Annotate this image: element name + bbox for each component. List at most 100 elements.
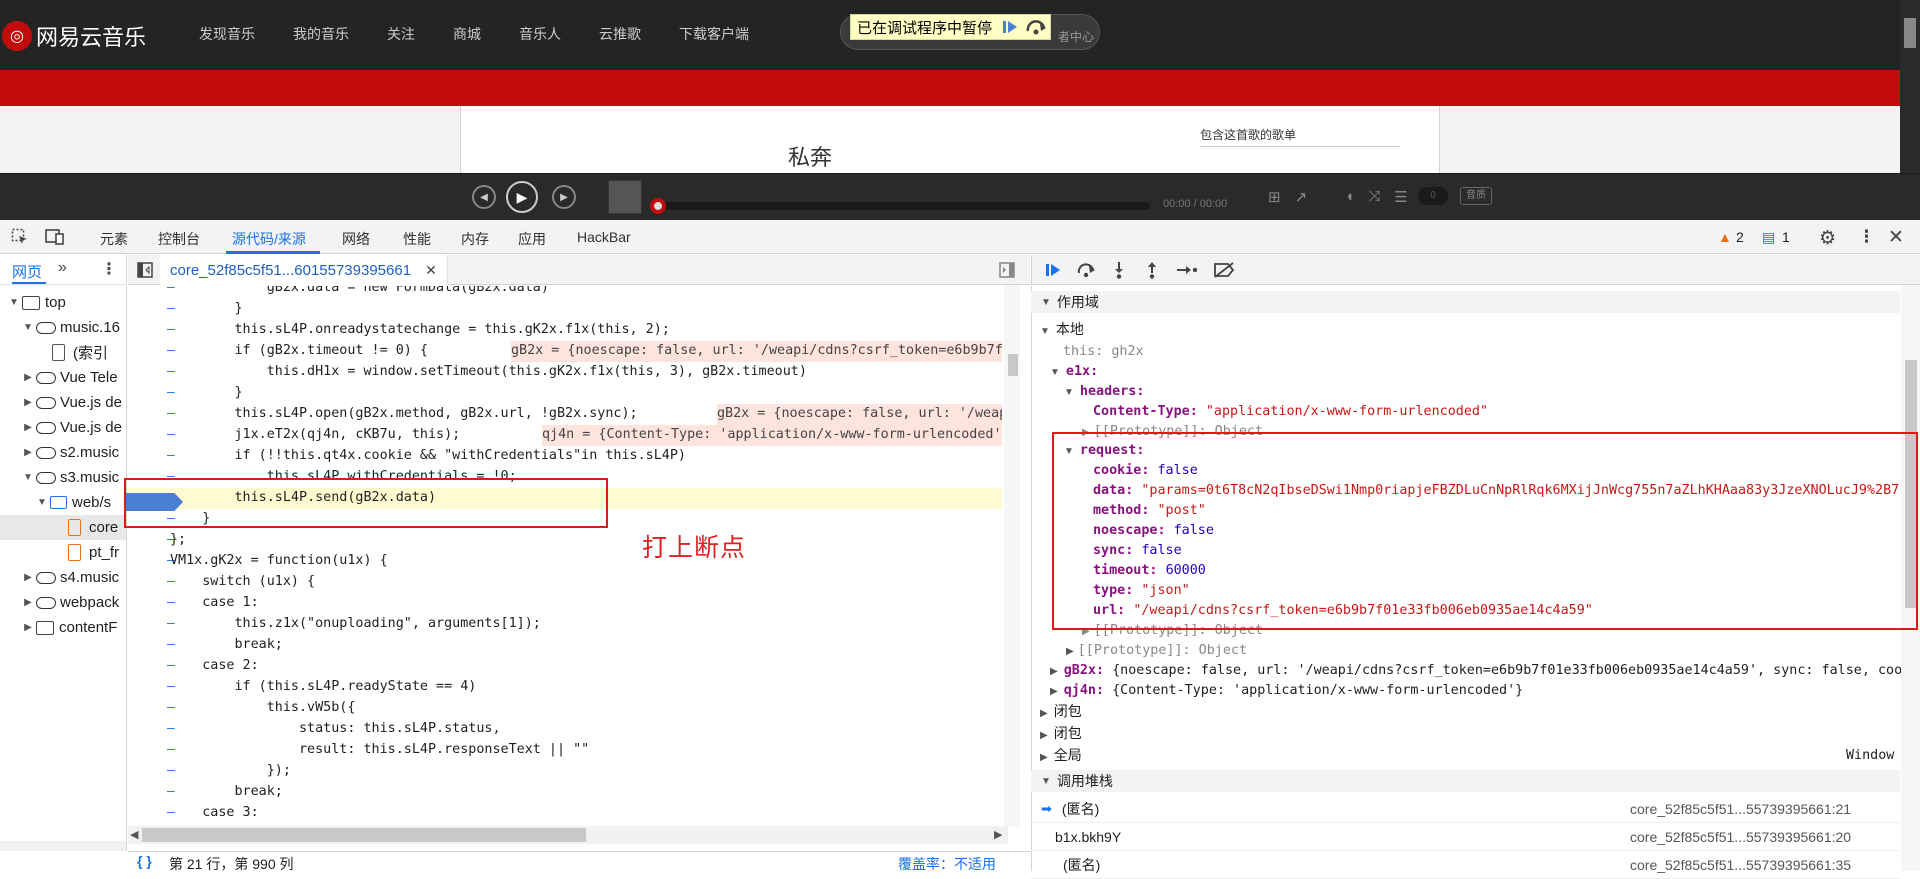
callstack-frame[interactable]: b1x.bkh9Y core_52f85c5f51...55739395661:… [1031, 823, 1900, 851]
progress-track[interactable] [656, 202, 1150, 210]
tree-item-s3-music[interactable]: ▼ s3.music [0, 465, 126, 490]
collect-icon[interactable]: ⊞ [1268, 188, 1281, 206]
tree-item-s2-music[interactable]: ▶ s2.music [0, 440, 126, 465]
album-cover[interactable] [608, 180, 642, 214]
scope-prototype-e1x[interactable]: ▶ [[Prototype]]: Object [1066, 641, 1247, 661]
previous-track-icon[interactable]: ◀ [472, 185, 496, 209]
scroll-left-icon[interactable]: ◀ [130, 828, 138, 841]
messages-count[interactable]: 1 [1782, 229, 1790, 245]
scroll-right-icon[interactable]: ▶ [994, 828, 1002, 841]
tab-memory[interactable]: 内存 [461, 229, 489, 249]
close-devtools-icon[interactable]: ✕ [1888, 226, 1904, 249]
nav-my-music[interactable]: 我的音乐 [274, 24, 368, 44]
next-track-icon[interactable]: ▶ [552, 185, 576, 209]
scope-qj4n[interactable]: ▶ qj4n: {Content-Type: 'application/x-www… [1050, 681, 1523, 701]
toggle-navigator-icon[interactable] [136, 261, 154, 279]
step-icon[interactable] [1175, 260, 1199, 280]
tab-network[interactable]: 网络 [342, 229, 370, 249]
expand-arrow-icon[interactable]: ▼ [1041, 776, 1051, 787]
tree-item-vuejs-de-2[interactable]: ▶ Vue.js de [0, 415, 126, 440]
collapsed-arrow-icon[interactable]: ▶ [22, 397, 34, 408]
tab-hackbar[interactable]: HackBar [577, 229, 631, 245]
pretty-print-icon[interactable]: { } [137, 853, 152, 869]
scope-gb2x[interactable]: ▶ gB2x: {noescape: false, url: '/weapi/cd… [1050, 661, 1902, 681]
scope-local[interactable]: ▼ 本地 [1040, 319, 1084, 339]
site-logo[interactable]: ◎ 网易云音乐 [2, 20, 146, 52]
tree-item-index[interactable]: (索引 [0, 340, 126, 365]
close-file-icon[interactable]: ✕ [425, 262, 437, 279]
tree-item-s4-music[interactable]: ▶ s4.music [0, 565, 126, 590]
deactivate-breakpoints-icon[interactable] [1212, 260, 1236, 280]
tree-item-music163[interactable]: ▼ music.16 [0, 315, 126, 340]
scope-this[interactable]: this: gh2x [1063, 342, 1144, 362]
progress-handle[interactable] [650, 198, 666, 214]
settings-gear-icon[interactable]: ⚙ [1819, 227, 1836, 250]
device-toolbar-icon[interactable] [44, 228, 66, 246]
tree-item-vue-tele[interactable]: ▶ Vue Tele [0, 365, 126, 390]
nav-musician[interactable]: 音乐人 [500, 24, 580, 44]
tree-item-core-file[interactable]: core [0, 515, 126, 540]
message-icon[interactable]: ▤ [1762, 229, 1775, 246]
tree-item-pt-fr[interactable]: pt_fr [0, 540, 126, 565]
tab-sources[interactable]: 源代码/来源 [232, 229, 306, 249]
tab-elements[interactable]: 元素 [100, 229, 128, 249]
expand-arrow-icon[interactable]: ▼ [1041, 297, 1051, 308]
collapsed-arrow-icon[interactable]: ▶ [22, 572, 34, 583]
scope-content-type[interactable]: Content-Type: "application/x-www-form-ur… [1093, 402, 1488, 422]
scope-global[interactable]: ▶ 全局 [1040, 745, 1082, 765]
open-file-tab[interactable]: core_52f85c5f51...60155739395661 ✕ [160, 255, 448, 285]
collapsed-arrow-icon[interactable]: ▶ [22, 597, 34, 608]
coverage-link[interactable]: 覆盖率：不适用 [898, 854, 996, 874]
expand-arrow-icon[interactable]: ▼ [22, 472, 34, 483]
nav-follow[interactable]: 关注 [368, 24, 434, 44]
tree-item-top[interactable]: ▼ top [0, 290, 126, 315]
scope-closure-2[interactable]: ▶ 闭包 [1040, 723, 1082, 743]
scope-headers[interactable]: ▼ headers: [1064, 382, 1144, 402]
more-options-icon[interactable]: ⋮ [1858, 227, 1875, 247]
volume-icon[interactable]: ◖ [1345, 188, 1354, 206]
callstack-section-header[interactable]: ▼ 调用堆栈 [1031, 770, 1900, 792]
tree-item-webpack[interactable]: ▶ webpack [0, 590, 126, 615]
nav-recommend[interactable]: 云推歌 [580, 24, 660, 44]
tree-item-vuejs-de-1[interactable]: ▶ Vue.js de [0, 390, 126, 415]
tab-application[interactable]: 应用 [518, 229, 546, 249]
nav-tab-page[interactable]: 网页 [12, 261, 42, 282]
tree-hscrollbar[interactable] [0, 841, 126, 851]
expand-arrow-icon[interactable]: ▼ [8, 297, 20, 308]
scope-e1x[interactable]: ▼ e1x: [1050, 362, 1098, 382]
resume-icon[interactable] [998, 15, 1022, 39]
collapsed-arrow-icon[interactable]: ▶ [22, 622, 34, 633]
expand-arrow-icon[interactable]: ▼ [22, 322, 34, 333]
toggle-debugger-icon[interactable] [998, 261, 1016, 279]
resume-icon[interactable] [1042, 260, 1064, 280]
callstack-frame-active[interactable]: ➡ (匿名) core_52f85c5f51...55739395661:21 [1031, 795, 1900, 823]
scope-closure-1[interactable]: ▶ 闭包 [1040, 701, 1082, 721]
step-out-icon[interactable] [1141, 260, 1163, 280]
scope-section-header[interactable]: ▼ 作用域 [1031, 291, 1900, 313]
more-tabs-icon[interactable]: » [58, 259, 67, 277]
inspect-element-icon[interactable] [10, 228, 30, 246]
quality-button[interactable]: 音质 [1460, 187, 1492, 205]
collapsed-arrow-icon[interactable]: ▶ [22, 447, 34, 458]
editor-hscroll-thumb[interactable] [142, 828, 586, 842]
tab-console[interactable]: 控制台 [158, 229, 200, 249]
tree-item-web-s[interactable]: ▼ web/s [0, 490, 126, 515]
nav-download[interactable]: 下载客户端 [660, 24, 768, 44]
warnings-count[interactable]: 2 [1736, 229, 1744, 245]
code-editor[interactable]: – gB2x.data = new FormData(gB2x.data) – … [128, 286, 1002, 826]
editor-vscroll-thumb[interactable] [1008, 354, 1018, 376]
nav-discover[interactable]: 发现音乐 [180, 24, 274, 44]
collapsed-arrow-icon[interactable]: ▶ [22, 422, 34, 433]
warning-icon[interactable]: ▲ [1718, 229, 1732, 245]
share-icon[interactable]: ↗ [1295, 188, 1308, 206]
creator-center-link[interactable]: 者中心 [1058, 28, 1094, 45]
nav-store[interactable]: 商城 [434, 24, 500, 44]
play-icon[interactable]: ▶ [506, 181, 538, 213]
step-over-icon[interactable] [1075, 260, 1097, 280]
shuffle-icon[interactable]: ⤨ [1368, 188, 1380, 206]
navigator-menu-icon[interactable]: ⋮ [101, 259, 117, 279]
step-over-icon[interactable] [1022, 15, 1050, 39]
tab-performance[interactable]: 性能 [403, 229, 431, 249]
step-into-icon[interactable] [1108, 260, 1130, 280]
playlist-icon[interactable]: ☰ [1394, 188, 1407, 206]
